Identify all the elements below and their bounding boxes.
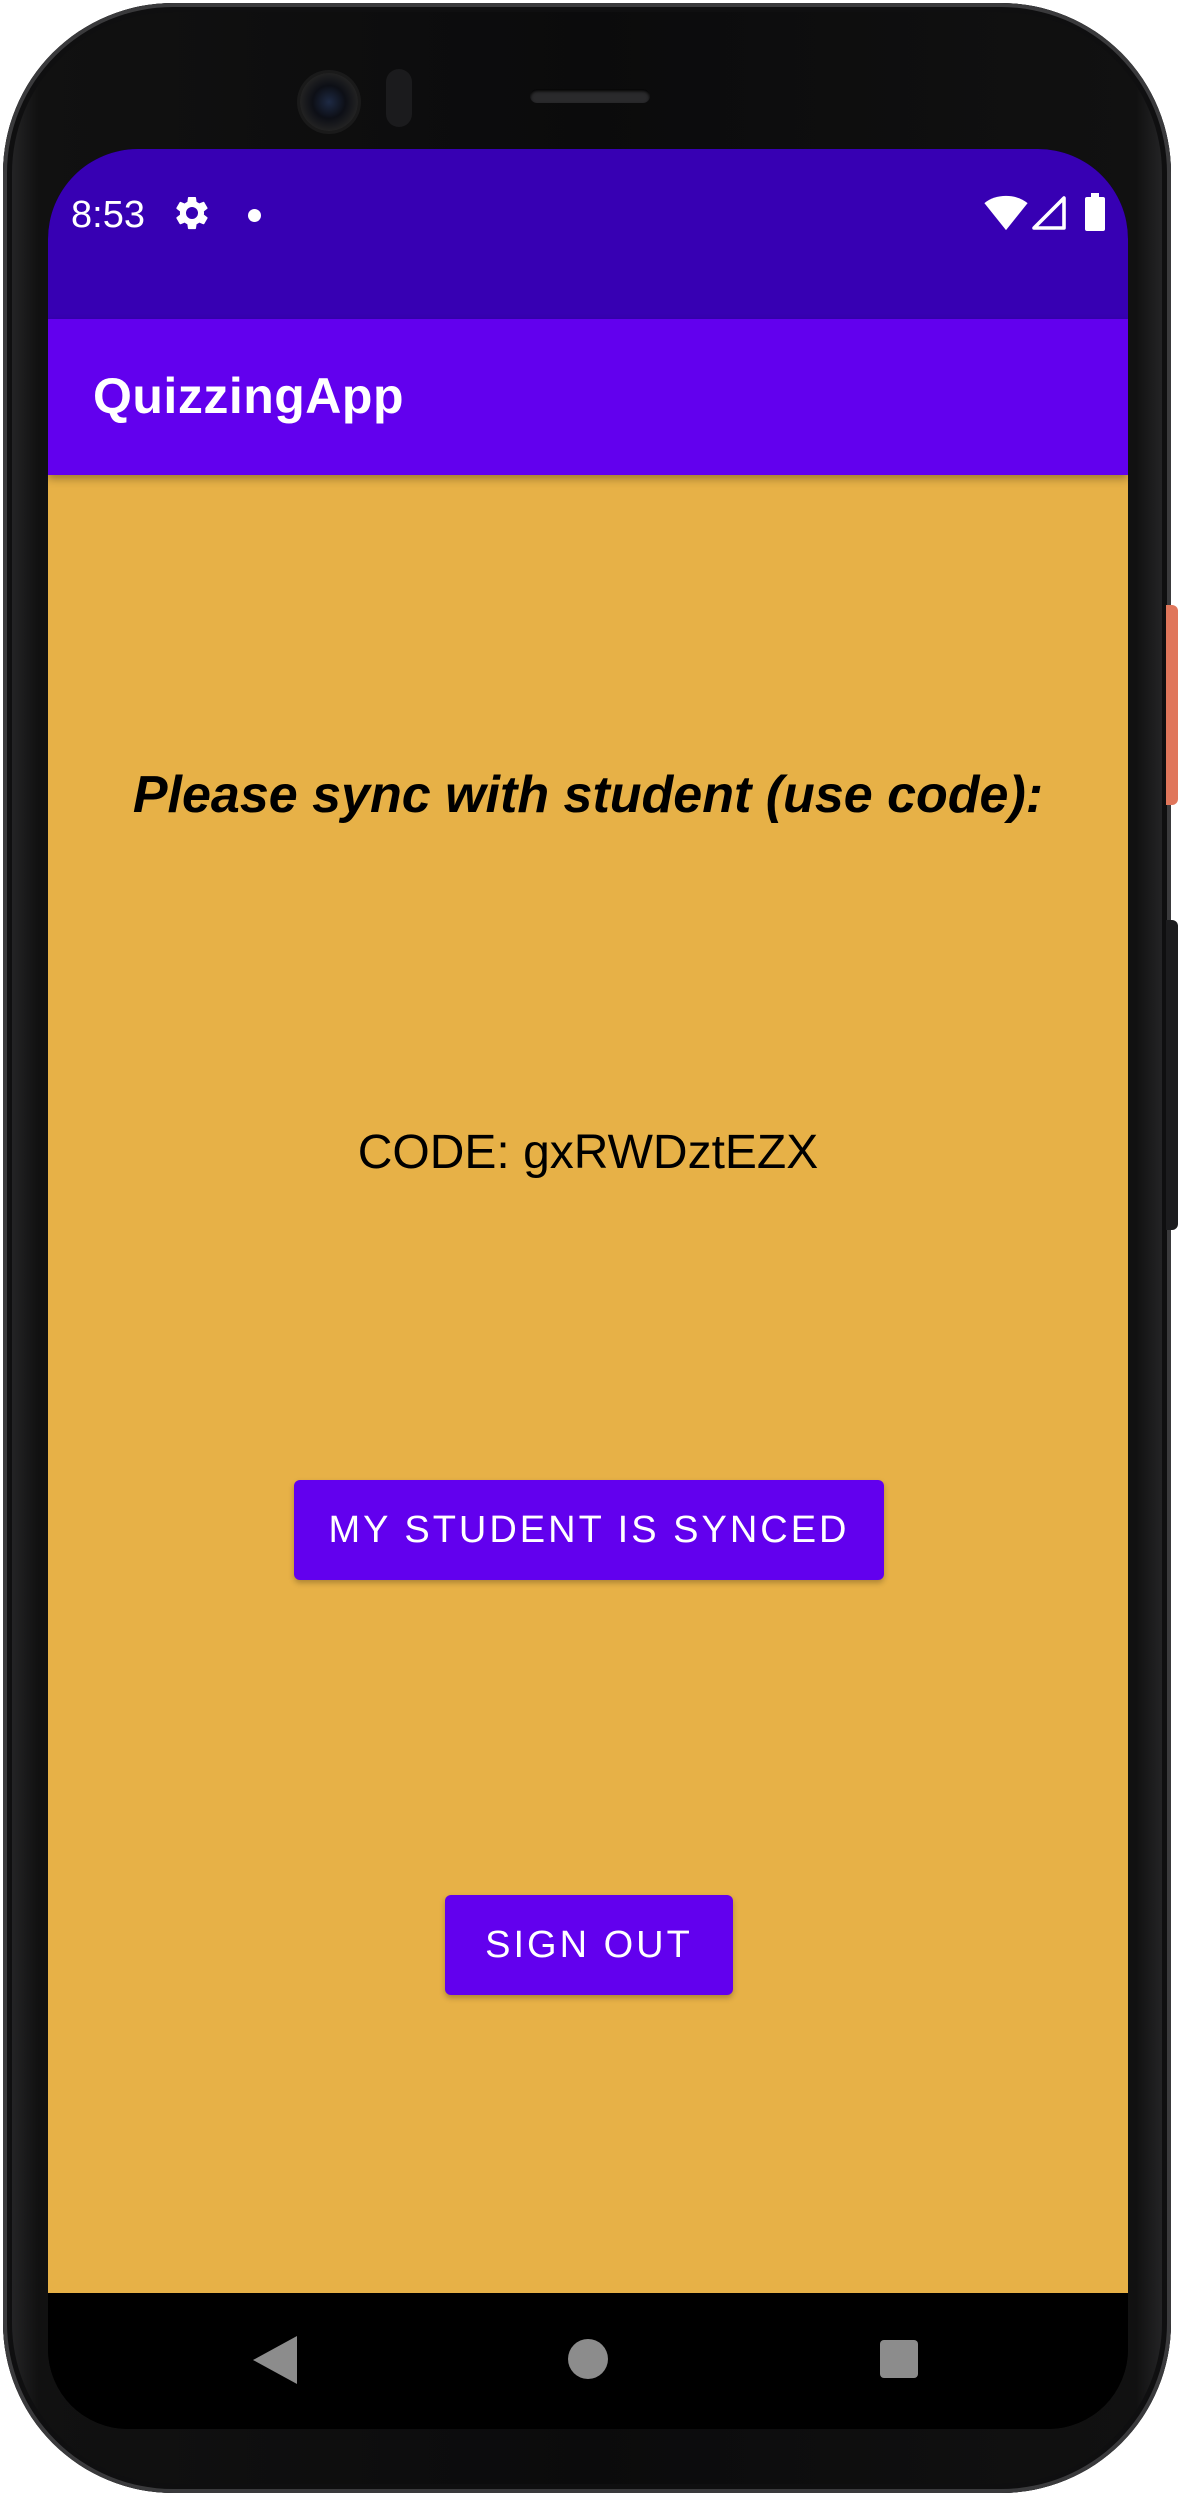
app-bar: QuizzingApp	[48, 319, 1128, 475]
status-time: 8:53	[71, 194, 145, 236]
recents-icon[interactable]	[880, 2340, 918, 2378]
earpiece-speaker	[530, 89, 650, 103]
volume-button	[1166, 920, 1178, 1230]
home-icon[interactable]	[568, 2339, 608, 2379]
sync-prompt: Please sync with student (use code):	[132, 766, 1044, 824]
app-title: QuizzingApp	[93, 368, 404, 424]
notification-dot-icon	[248, 209, 261, 222]
battery-icon	[1085, 193, 1105, 231]
sign-out-button[interactable]: SIGN OUT	[445, 1895, 733, 1995]
signal-icon	[1032, 196, 1066, 230]
back-icon[interactable]	[253, 2336, 297, 2384]
power-button	[1166, 605, 1178, 805]
phone-frame: 8:53 QuizzingApp Please sync with studen…	[3, 3, 1171, 2493]
sync-content: Please sync with student (use code): COD…	[48, 475, 1128, 2293]
wifi-icon	[984, 195, 1028, 231]
navigation-bar	[48, 2293, 1128, 2429]
proximity-sensor	[386, 69, 412, 127]
student-synced-button[interactable]: MY STUDENT IS SYNCED	[294, 1480, 884, 1580]
sync-code: CODE: gxRWDztEZX	[357, 1126, 819, 1179]
gear-icon	[176, 196, 208, 230]
screen: 8:53 QuizzingApp Please sync with studen…	[48, 149, 1128, 2429]
front-camera	[300, 73, 358, 131]
status-bar: 8:53	[48, 149, 1128, 319]
